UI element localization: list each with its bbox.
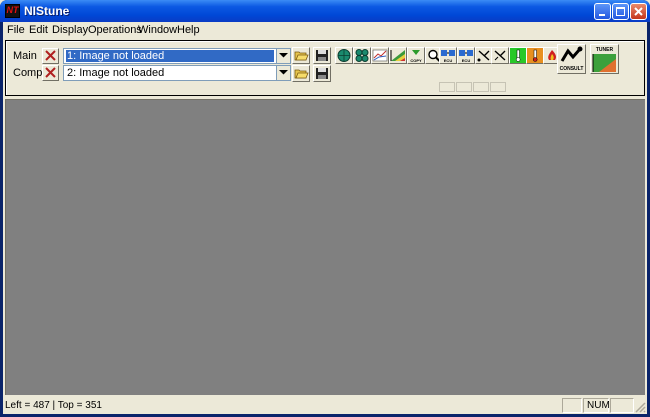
- thermometer-red-button[interactable]: [526, 47, 544, 64]
- main-image-select[interactable]: 1: Image not loaded: [63, 48, 291, 64]
- resize-grip-icon[interactable]: [634, 401, 646, 413]
- main-label: Main: [13, 50, 37, 62]
- color-map-button[interactable]: [389, 47, 407, 64]
- thermometer-red-icon: [532, 49, 538, 62]
- tools-alt-button[interactable]: [491, 47, 509, 64]
- color-map-icon: [390, 50, 405, 61]
- empty-slot: [490, 82, 506, 92]
- open-main-button[interactable]: [292, 47, 310, 64]
- folder-open-icon: [294, 51, 309, 61]
- tuner-icon: [592, 54, 616, 72]
- menu-edit[interactable]: Edit: [29, 24, 48, 36]
- globe-button[interactable]: [335, 47, 353, 64]
- ecu-write-label: ECU: [461, 58, 471, 63]
- cells-button[interactable]: [353, 47, 371, 64]
- comp-image-select[interactable]: 2: Image not loaded: [63, 65, 291, 81]
- unload-main-button[interactable]: [42, 48, 59, 64]
- window-client-area: File Edit Display Operations Window Help…: [3, 22, 647, 414]
- folder-open-icon: [294, 69, 309, 79]
- app-window: NT NIStune File Edit Display Operations …: [0, 0, 650, 417]
- save-main-button[interactable]: [313, 47, 331, 64]
- status-pane-num: NUM: [583, 398, 610, 413]
- menu-window[interactable]: Window: [138, 24, 177, 36]
- comp-image-value: 2: Image not loaded: [67, 67, 165, 79]
- ecu-read-button[interactable]: ECU: [439, 47, 457, 64]
- toolbar: Main 1: Image not loaded Comp 2: Image n…: [5, 40, 645, 96]
- consult-label: CONSULT: [559, 66, 584, 72]
- copy-button[interactable]: COPY: [407, 47, 425, 64]
- tuner-button[interactable]: TUNER: [590, 44, 619, 74]
- tools-icon: [477, 50, 490, 62]
- grid-cells-icon: [355, 49, 369, 62]
- cursor-position-text: Left = 487 | Top = 351: [5, 400, 102, 411]
- tools-alt-icon: [494, 50, 506, 61]
- ecu-read-label: ECU: [443, 58, 453, 63]
- save-comp-button[interactable]: [313, 65, 331, 82]
- close-x-icon: [45, 67, 56, 78]
- empty-slot: [456, 82, 472, 92]
- open-comp-button[interactable]: [292, 65, 310, 82]
- menu-file[interactable]: File: [7, 24, 25, 36]
- empty-slot: [439, 82, 455, 92]
- main-image-value: 1: Image not loaded: [66, 50, 274, 62]
- chevron-down-icon: [279, 70, 288, 75]
- menu-operations[interactable]: Operations: [88, 24, 142, 36]
- status-bar: Left = 487 | Top = 351 NUM: [3, 397, 647, 414]
- thermometer-green-button[interactable]: [509, 47, 527, 64]
- menu-bar: File Edit Display Operations Window Help: [3, 22, 647, 39]
- window-title: NIStune: [24, 4, 70, 18]
- chevron-down-icon: [279, 53, 288, 58]
- consult-button[interactable]: CONSULT: [557, 44, 586, 74]
- unload-comp-button[interactable]: [42, 65, 59, 81]
- app-logo-icon: NT: [5, 4, 20, 18]
- graph-icon: [372, 49, 388, 62]
- close-x-icon: [45, 50, 56, 61]
- mdi-workspace[interactable]: [5, 99, 645, 395]
- save-icon: [316, 50, 328, 61]
- menu-help[interactable]: Help: [177, 24, 200, 36]
- status-pane-caps: [562, 398, 582, 413]
- consult-icon: [560, 46, 583, 62]
- copy-label: COPY: [410, 58, 422, 63]
- menu-display[interactable]: Display: [52, 24, 88, 36]
- minimize-button[interactable]: [594, 3, 611, 20]
- globe-icon: [337, 49, 351, 62]
- comp-label: Comp: [13, 67, 43, 79]
- maximize-button[interactable]: [612, 3, 629, 20]
- thermometer-green-icon: [515, 49, 521, 62]
- comp-dropdown-arrow[interactable]: [276, 66, 290, 80]
- empty-slot: [473, 82, 489, 92]
- ecu-write-button[interactable]: ECU: [457, 47, 475, 64]
- title-bar[interactable]: NT NIStune: [0, 0, 650, 22]
- graph-button[interactable]: [371, 47, 389, 64]
- save-icon: [316, 68, 328, 79]
- status-pane-scroll: [610, 398, 634, 413]
- main-dropdown-arrow[interactable]: [276, 49, 290, 63]
- close-button[interactable]: [630, 3, 647, 20]
